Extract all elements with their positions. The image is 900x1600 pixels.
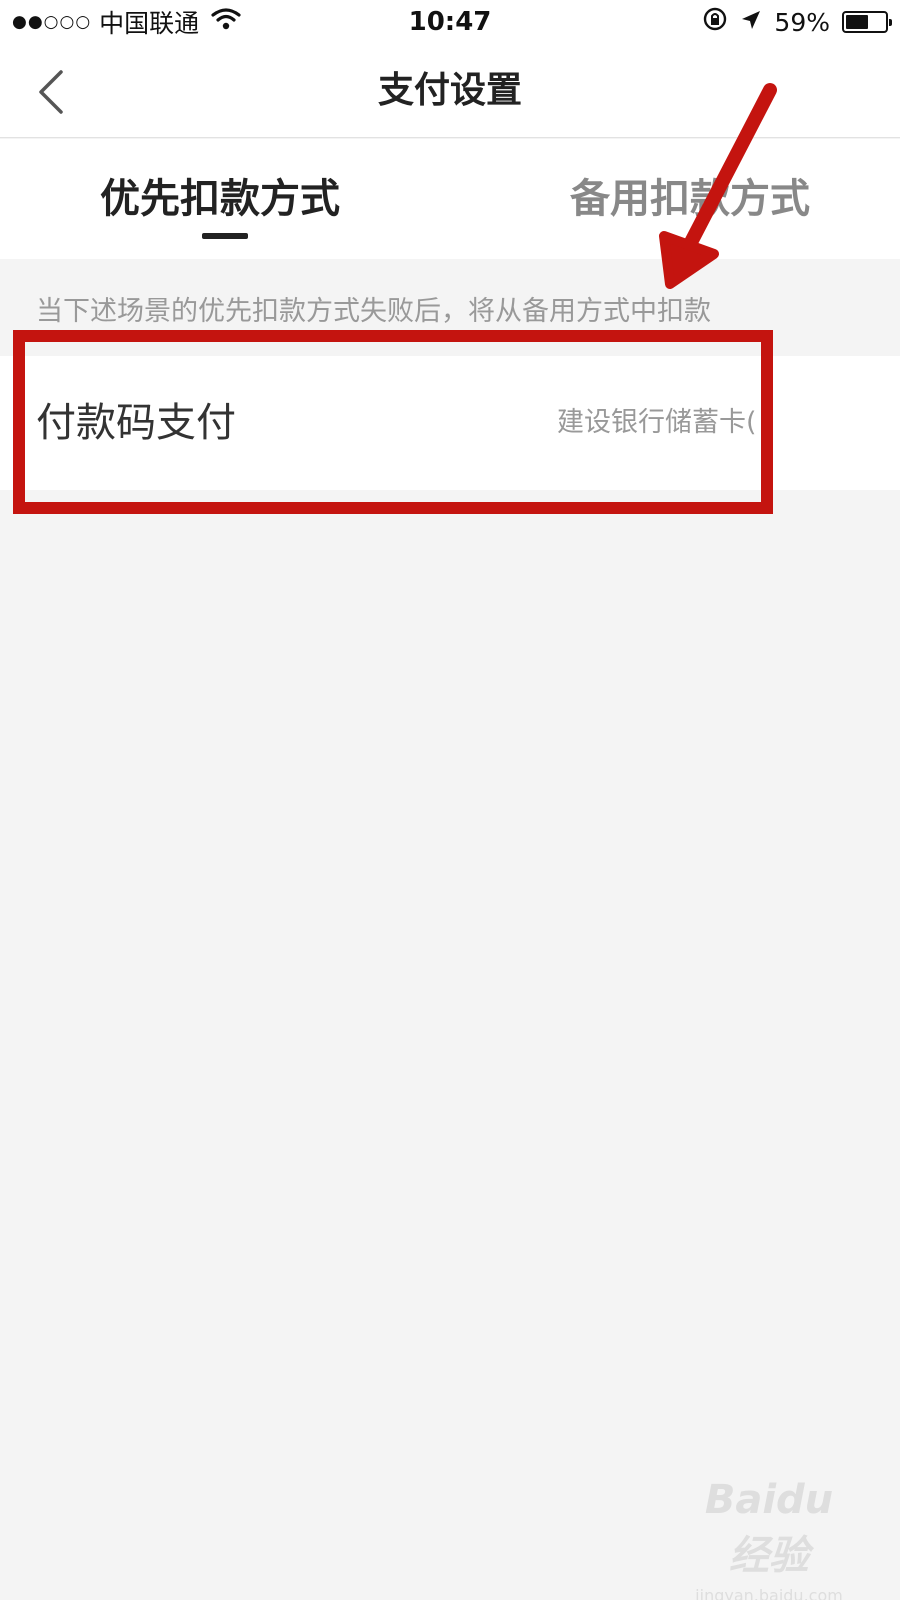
row-label: 付款码支付 <box>36 400 236 446</box>
row-value: 建设银行储蓄卡( <box>557 407 757 438</box>
watermark: Baidu 经验 jingyan.baidu.com <box>684 1472 854 1600</box>
rotation-lock-icon <box>702 6 728 38</box>
list-item-payment-code[interactable]: 付款码支付 建设银行储蓄卡( <box>0 356 900 490</box>
tab-preferred-payment[interactable]: 优先扣款方式 <box>0 139 450 259</box>
tab-backup-payment[interactable]: 备用扣款方式 <box>450 139 900 259</box>
chevron-left-icon <box>39 70 63 114</box>
tab-label: 优先扣款方式 <box>100 176 340 222</box>
battery-fill <box>846 15 868 29</box>
watermark-url: jingyan.baidu.com <box>695 1586 843 1600</box>
tab-label: 备用扣款方式 <box>570 176 810 222</box>
tab-bar: 优先扣款方式 备用扣款方式 <box>0 139 900 259</box>
watermark-brand: Baidu 经验 <box>704 1477 834 1579</box>
location-arrow-icon <box>740 8 762 37</box>
section-description: 当下述场景的优先扣款方式失败后，将从备用方式中扣款 <box>36 296 711 327</box>
status-right: 59% <box>690 6 892 38</box>
status-bar: ●●○○○ 中国联通 10:47 59% <box>0 0 900 44</box>
back-button[interactable] <box>20 62 80 122</box>
page-title: 支付设置 <box>377 70 522 111</box>
battery-percent: 59% <box>774 7 830 37</box>
tab-active-indicator <box>202 233 248 239</box>
navigation-bar: 支付设置 <box>0 44 900 138</box>
battery-icon <box>842 11 892 33</box>
